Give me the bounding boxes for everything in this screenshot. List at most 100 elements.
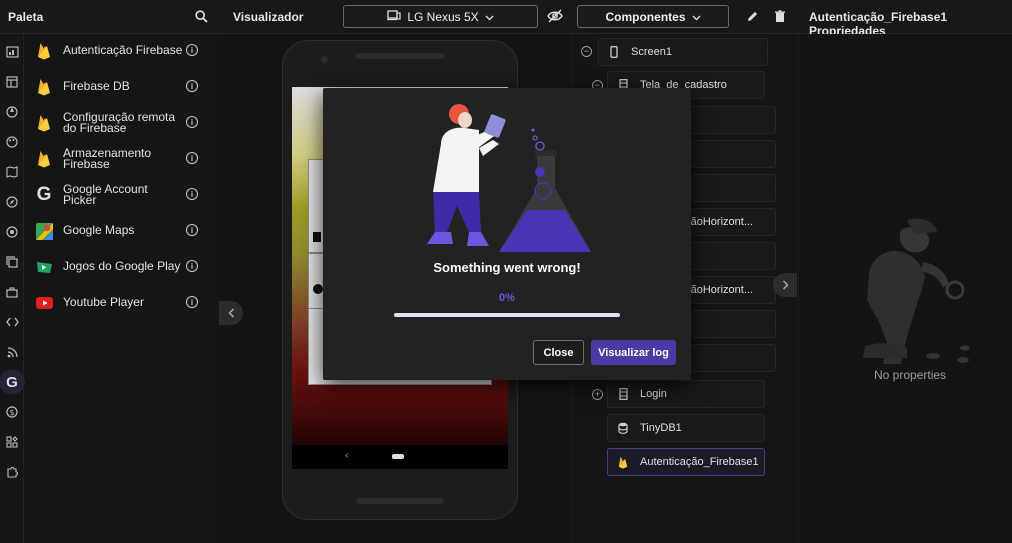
palette-item-youtube-player[interactable]: Youtube Player i <box>25 286 219 320</box>
close-button[interactable]: Close <box>533 340 584 365</box>
collapse-toggle-icon[interactable]: − <box>581 46 592 57</box>
firebase-icon <box>35 78 53 96</box>
palette-item-label: Google Maps <box>63 223 135 237</box>
top-bar: Paleta Visualizador LG Nexus 5X Componen… <box>0 0 1012 38</box>
no-properties-text: No properties <box>874 368 947 382</box>
info-icon[interactable]: i <box>186 80 198 92</box>
tree-node-firebase-auth-1[interactable]: Autenticação_Firebase1 <box>607 448 765 476</box>
briefcase-icon[interactable] <box>0 280 24 304</box>
palette-item-firebase-remote-config[interactable]: Configuração remota do Firebase i <box>25 106 219 140</box>
screen-glyph <box>313 284 323 294</box>
chevron-right-icon <box>782 280 789 290</box>
info-icon[interactable]: i <box>186 152 198 164</box>
device-selector[interactable]: LG Nexus 5X <box>343 5 538 28</box>
google-play-games-icon <box>35 258 53 276</box>
phone-nav-bar: ‹ <box>292 445 508 469</box>
layout-icon[interactable] <box>0 70 24 94</box>
tree-node-label: Screen1 <box>631 46 672 58</box>
palette-item-firebase-storage[interactable]: Armazenamento Firebase i <box>25 142 219 176</box>
info-icon[interactable]: i <box>186 44 198 56</box>
phone-bottom-bar <box>356 498 444 504</box>
back-icon[interactable]: ‹ <box>345 450 348 461</box>
palette-item-label: Jogos do Google Play <box>63 259 181 273</box>
palette-item-label: Firebase DB <box>63 79 130 93</box>
scientist-illustration <box>427 104 591 252</box>
palette-item-firebase-auth[interactable]: Autenticação Firebase i <box>25 34 219 68</box>
search-icon[interactable] <box>193 8 209 24</box>
view-log-button[interactable]: Visualizar log <box>591 340 676 365</box>
layout-icon <box>616 387 630 401</box>
tree-node-tinydb1[interactable]: TinyDB1 <box>607 414 765 442</box>
google-g-icon: G <box>36 184 52 205</box>
tree-node-login[interactable]: Login <box>607 380 765 408</box>
info-icon[interactable]: i <box>186 296 198 308</box>
tablet-icon <box>387 9 401 24</box>
tree-node-screen1[interactable]: Screen1 <box>598 38 768 66</box>
google-maps-icon <box>35 222 53 240</box>
phone-icon <box>607 45 621 59</box>
screen-glyph <box>313 232 321 242</box>
firebase-icon <box>35 42 53 60</box>
map-icon[interactable] <box>0 160 24 184</box>
copy-icon[interactable] <box>0 250 24 274</box>
home-icon[interactable] <box>392 454 404 459</box>
chevron-down-icon <box>692 10 701 24</box>
google-g-icon[interactable]: G <box>0 370 25 394</box>
palette-panel: Autenticação Firebase i Firebase DB i Co… <box>25 34 219 543</box>
pencil-icon[interactable] <box>744 8 760 24</box>
widgets-icon[interactable] <box>0 430 24 454</box>
collapse-properties-button[interactable] <box>773 273 797 297</box>
palette-item-google-maps[interactable]: Google Maps i <box>25 214 219 248</box>
components-label: Componentes <box>605 9 686 24</box>
palette-item-label: Armazenamento Firebase <box>63 146 152 171</box>
empty-state-illustration <box>863 218 970 364</box>
palette-item-google-play-games[interactable]: Jogos do Google Play i <box>25 250 219 284</box>
category-rail: G $ <box>0 34 25 543</box>
sensor-icon[interactable] <box>0 220 24 244</box>
chevron-left-icon <box>227 308 234 318</box>
dialog-title: Something went wrong! <box>433 260 581 275</box>
palette-title: Paleta <box>8 10 44 24</box>
palette-item-google-account-picker[interactable]: G Google Account Picker i <box>25 178 219 212</box>
eye-off-icon[interactable] <box>547 8 563 24</box>
trash-icon[interactable] <box>772 8 788 24</box>
palette-item-firebase-db[interactable]: Firebase DB i <box>25 70 219 104</box>
youtube-icon <box>35 294 53 312</box>
progress-bar <box>394 313 620 317</box>
phone-speaker <box>356 53 444 59</box>
info-icon[interactable]: i <box>186 188 198 200</box>
firebase-icon <box>35 150 53 168</box>
palette-icon[interactable] <box>0 130 24 154</box>
error-dialog: Something went wrong! 0% Close Visualiza… <box>323 88 691 380</box>
code-icon[interactable] <box>0 310 24 334</box>
components-dropdown[interactable]: Componentes <box>577 5 729 28</box>
ui-components-icon[interactable] <box>0 40 24 64</box>
device-label: LG Nexus 5X <box>407 9 479 24</box>
firebase-icon <box>616 455 630 469</box>
rss-icon[interactable] <box>0 340 24 364</box>
extension-icon[interactable] <box>0 460 24 484</box>
palette-item-label: Configuração remota do Firebase <box>63 110 176 135</box>
phone-camera <box>321 56 328 63</box>
info-icon[interactable]: i <box>186 116 198 128</box>
firebase-icon <box>35 114 53 132</box>
properties-panel <box>798 34 1012 543</box>
info-icon[interactable]: i <box>186 260 198 272</box>
expand-toggle-icon[interactable]: + <box>592 389 603 400</box>
database-icon <box>616 421 630 435</box>
svg-text:$: $ <box>9 408 14 417</box>
palette-item-label: Autenticação Firebase <box>63 43 183 57</box>
progress-percent: 0% <box>499 292 515 304</box>
tree-node-label: TinyDB1 <box>640 422 682 434</box>
viewer-title: Visualizador <box>233 10 304 24</box>
collapse-palette-button[interactable] <box>219 301 243 325</box>
chevron-down-icon <box>485 10 494 24</box>
tree-node-label: Autenticação_Firebase1 <box>640 456 759 468</box>
palette-item-label: Youtube Player <box>63 295 144 309</box>
dollar-icon[interactable]: $ <box>0 400 24 424</box>
tree-node-label: Login <box>640 388 667 400</box>
compass-icon[interactable] <box>0 190 24 214</box>
media-icon[interactable] <box>0 100 24 124</box>
palette-item-label: Google Account Picker <box>63 182 148 207</box>
info-icon[interactable]: i <box>186 224 198 236</box>
